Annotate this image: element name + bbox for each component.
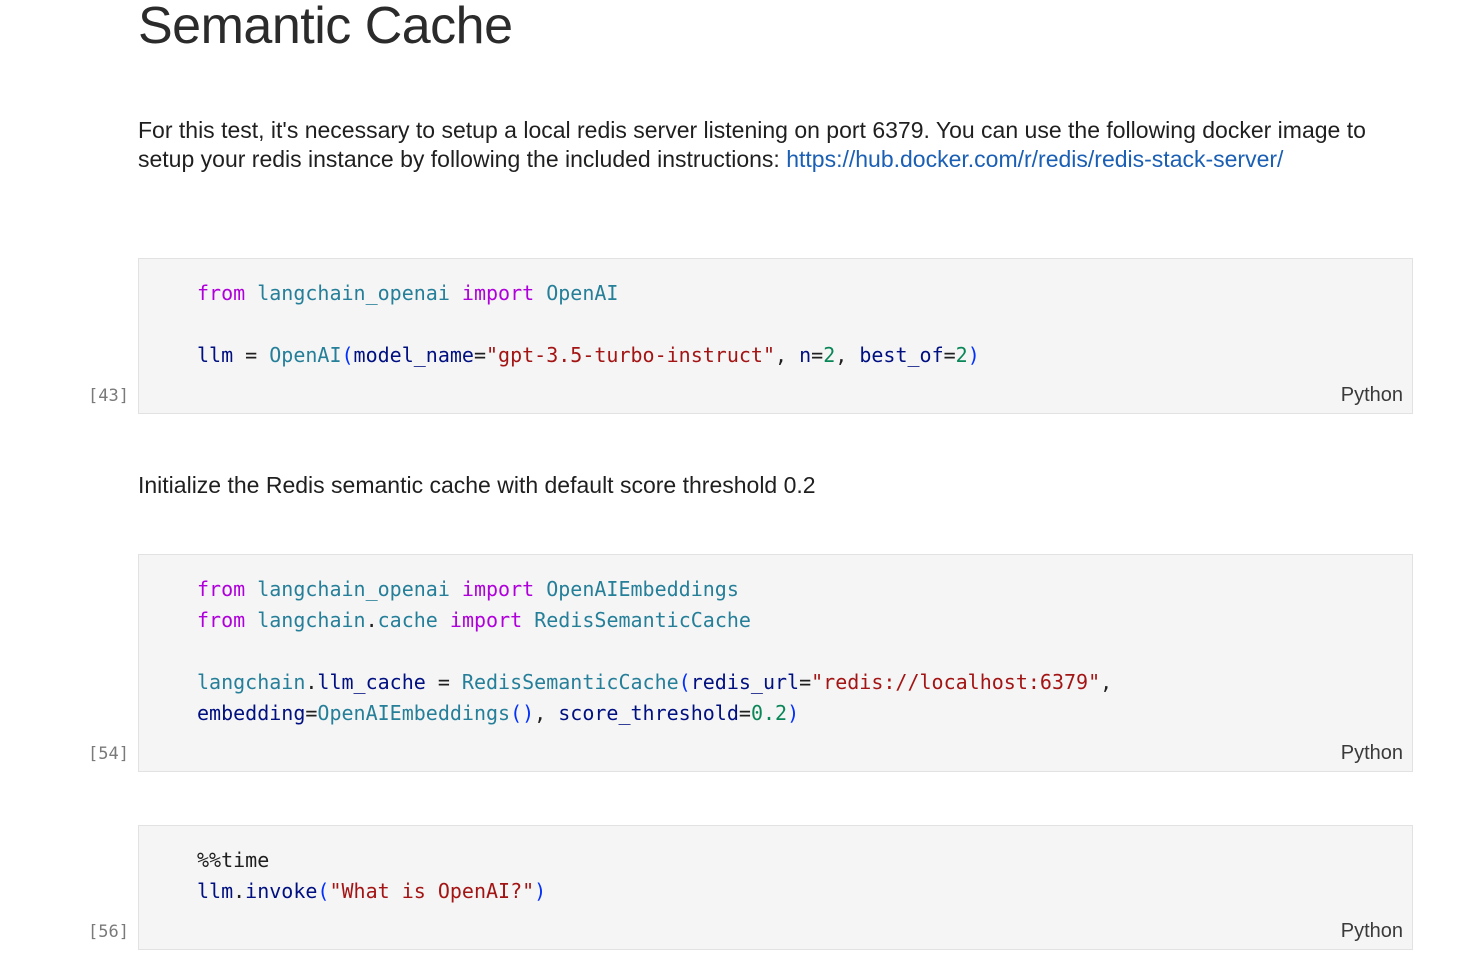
code-text: , — [534, 701, 559, 725]
class-token: OpenAI — [269, 343, 342, 367]
code-text: . — [305, 670, 318, 694]
bracket-token: ) — [967, 343, 980, 367]
module-token: langchain_openai — [257, 281, 450, 305]
code-line: %%time — [197, 848, 269, 872]
notebook-heading: Semantic Cache — [138, 0, 513, 55]
class-token: OpenAI — [546, 281, 619, 305]
markdown-init: Initialize the Redis semantic cache with… — [138, 472, 816, 498]
code-line: llm.invoke("What is OpenAI?") — [197, 879, 546, 903]
language-label[interactable]: Python — [1341, 920, 1403, 943]
bracket-token: ) — [534, 879, 547, 903]
class-token: RedisSemanticCache — [461, 670, 679, 694]
code-text: = — [305, 701, 318, 725]
code-line: from langchain_openai import OpenAIEmbed… — [197, 577, 739, 601]
bracket-token: ( — [341, 343, 354, 367]
identifier-token: redis_url — [690, 670, 800, 694]
identifier-token: llm — [197, 879, 234, 903]
code-line: embedding=OpenAIEmbeddings(), score_thre… — [197, 701, 799, 725]
language-label[interactable]: Python — [1341, 742, 1403, 765]
docker-hub-link[interactable]: https://hub.docker.com/r/redis/redis-sta… — [786, 146, 1283, 172]
identifier-token: model_name — [353, 343, 474, 367]
identifier-token: best_of — [859, 343, 944, 367]
number-token: 2 — [823, 343, 836, 367]
markdown-intro: For this test, it's necessary to setup a… — [138, 116, 1418, 174]
code-text: , — [835, 343, 860, 367]
code-text: = — [233, 343, 270, 367]
code-cell-1[interactable]: from langchain_openai import OpenAI llm … — [138, 258, 1413, 414]
class-token: OpenAIEmbeddings — [546, 577, 739, 601]
code-text: = — [799, 670, 812, 694]
code-text: = — [738, 701, 751, 725]
execution-count: [54] — [88, 744, 129, 764]
number-token: 2 — [955, 343, 968, 367]
string-token: "redis://localhost:6379" — [811, 670, 1101, 694]
string-token: "What is OpenAI?" — [329, 879, 535, 903]
code-text: = — [811, 343, 824, 367]
code-text: = — [943, 343, 956, 367]
keyword-token: import — [461, 577, 535, 601]
code-text: = — [425, 670, 462, 694]
bracket-token: ( — [317, 879, 330, 903]
class-token: OpenAIEmbeddings — [317, 701, 511, 725]
keyword-token: from — [197, 577, 246, 601]
identifier-token: score_threshold — [558, 701, 739, 725]
code-line: llm = OpenAI(model_name="gpt-3.5-turbo-i… — [197, 343, 980, 367]
module-token: cache — [377, 608, 438, 632]
code-line: from langchain_openai import OpenAI — [197, 281, 618, 305]
module-token: langchain — [197, 670, 306, 694]
keyword-token: import — [449, 608, 523, 632]
code-text: . — [233, 879, 246, 903]
string-token: "gpt-3.5-turbo-instruct" — [486, 343, 775, 367]
keyword-token: from — [197, 608, 246, 632]
code-editor[interactable]: from langchain_openai import OpenAI llm … — [197, 278, 980, 371]
identifier-token: llm_cache — [317, 670, 426, 694]
keyword-token: import — [461, 281, 535, 305]
bracket-token: ) — [787, 701, 800, 725]
code-line: from langchain.cache import RedisSemanti… — [197, 608, 751, 632]
code-text: , — [1100, 670, 1113, 694]
identifier-token: embedding — [197, 701, 306, 725]
number-token: 0.2 — [750, 701, 788, 725]
identifier-token: invoke — [245, 879, 318, 903]
identifier-token: n — [799, 343, 812, 367]
identifier-token: llm — [197, 343, 234, 367]
module-token: langchain — [257, 608, 366, 632]
code-text: . — [365, 608, 378, 632]
code-line: langchain.llm_cache = RedisSemanticCache… — [197, 670, 1112, 694]
bracket-token: () — [510, 701, 535, 725]
execution-count: [56] — [88, 922, 129, 942]
code-text: = — [473, 343, 487, 367]
module-token: langchain_openai — [257, 577, 450, 601]
code-text: , — [775, 343, 800, 367]
keyword-token: from — [197, 281, 246, 305]
code-text: %%time — [197, 848, 270, 872]
code-cell-2[interactable]: from langchain_openai import OpenAIEmbed… — [138, 554, 1413, 772]
code-editor[interactable]: from langchain_openai import OpenAIEmbed… — [197, 574, 1112, 729]
code-cell-3[interactable]: %%time llm.invoke("What is OpenAI?") Pyt… — [138, 825, 1413, 950]
class-token: RedisSemanticCache — [534, 608, 751, 632]
execution-count: [43] — [88, 386, 129, 406]
bracket-token: ( — [678, 670, 691, 694]
code-editor[interactable]: %%time llm.invoke("What is OpenAI?") — [197, 845, 546, 907]
language-label[interactable]: Python — [1341, 384, 1403, 407]
